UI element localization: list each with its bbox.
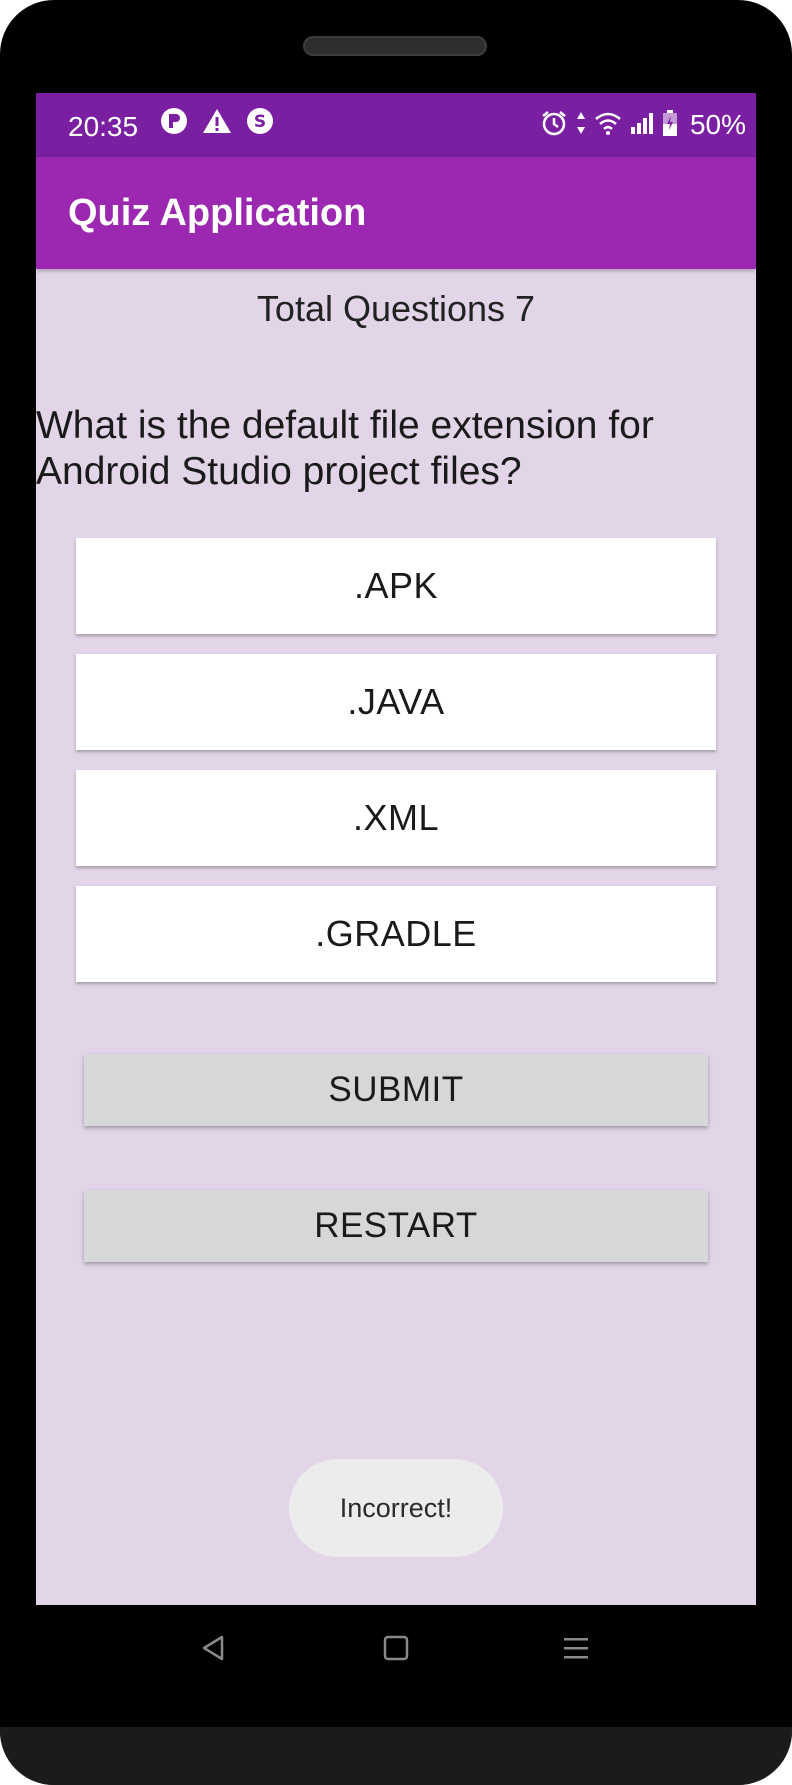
status-time: 20:35 <box>68 111 139 142</box>
option-apk-button[interactable]: .APK <box>76 538 716 634</box>
wifi-icon <box>594 111 622 140</box>
screen: 20:35 S 50% Quiz Application Total Quest… <box>36 93 756 1605</box>
option-java-button[interactable]: .JAVA <box>76 654 716 750</box>
option-gradle-button[interactable]: .GRADLE <box>76 886 716 982</box>
option-xml-button[interactable]: .XML <box>76 770 716 866</box>
alarm-icon <box>540 109 568 142</box>
back-icon <box>200 1634 226 1667</box>
system-status-icons: 50% <box>540 93 746 157</box>
app-bar: Quiz Application <box>36 157 756 269</box>
notification-icons: S <box>160 107 274 140</box>
app-title: Quiz Application <box>68 192 367 234</box>
home-icon <box>383 1635 409 1666</box>
status-bar: 20:35 S 50% <box>36 93 756 157</box>
back-button[interactable] <box>188 1625 238 1675</box>
battery-percent: 50% <box>689 109 746 140</box>
phone-speaker <box>303 36 487 56</box>
question-text: What is the default file extension for A… <box>36 404 654 493</box>
navigation-bar <box>36 1605 756 1695</box>
p-app-icon <box>160 107 188 140</box>
home-button[interactable] <box>371 1625 421 1675</box>
menu-button[interactable] <box>551 1625 601 1675</box>
phone-frame: 20:35 S 50% Quiz Application Total Quest… <box>0 0 792 1785</box>
menu-icon <box>562 1636 590 1665</box>
signal-icon <box>630 111 654 140</box>
submit-button[interactable]: SUBMIT <box>84 1054 708 1126</box>
s-app-icon: S <box>246 107 274 140</box>
warning-icon <box>202 107 232 140</box>
restart-button[interactable]: RESTART <box>84 1190 708 1262</box>
total-questions-label: Total Questions 7 <box>256 288 536 329</box>
svg-text:S: S <box>254 112 266 132</box>
data-arrows-icon <box>576 110 586 141</box>
battery-icon <box>662 109 678 142</box>
toast-message: Incorrect! <box>289 1459 503 1557</box>
phone-bottom-edge <box>0 1727 792 1785</box>
